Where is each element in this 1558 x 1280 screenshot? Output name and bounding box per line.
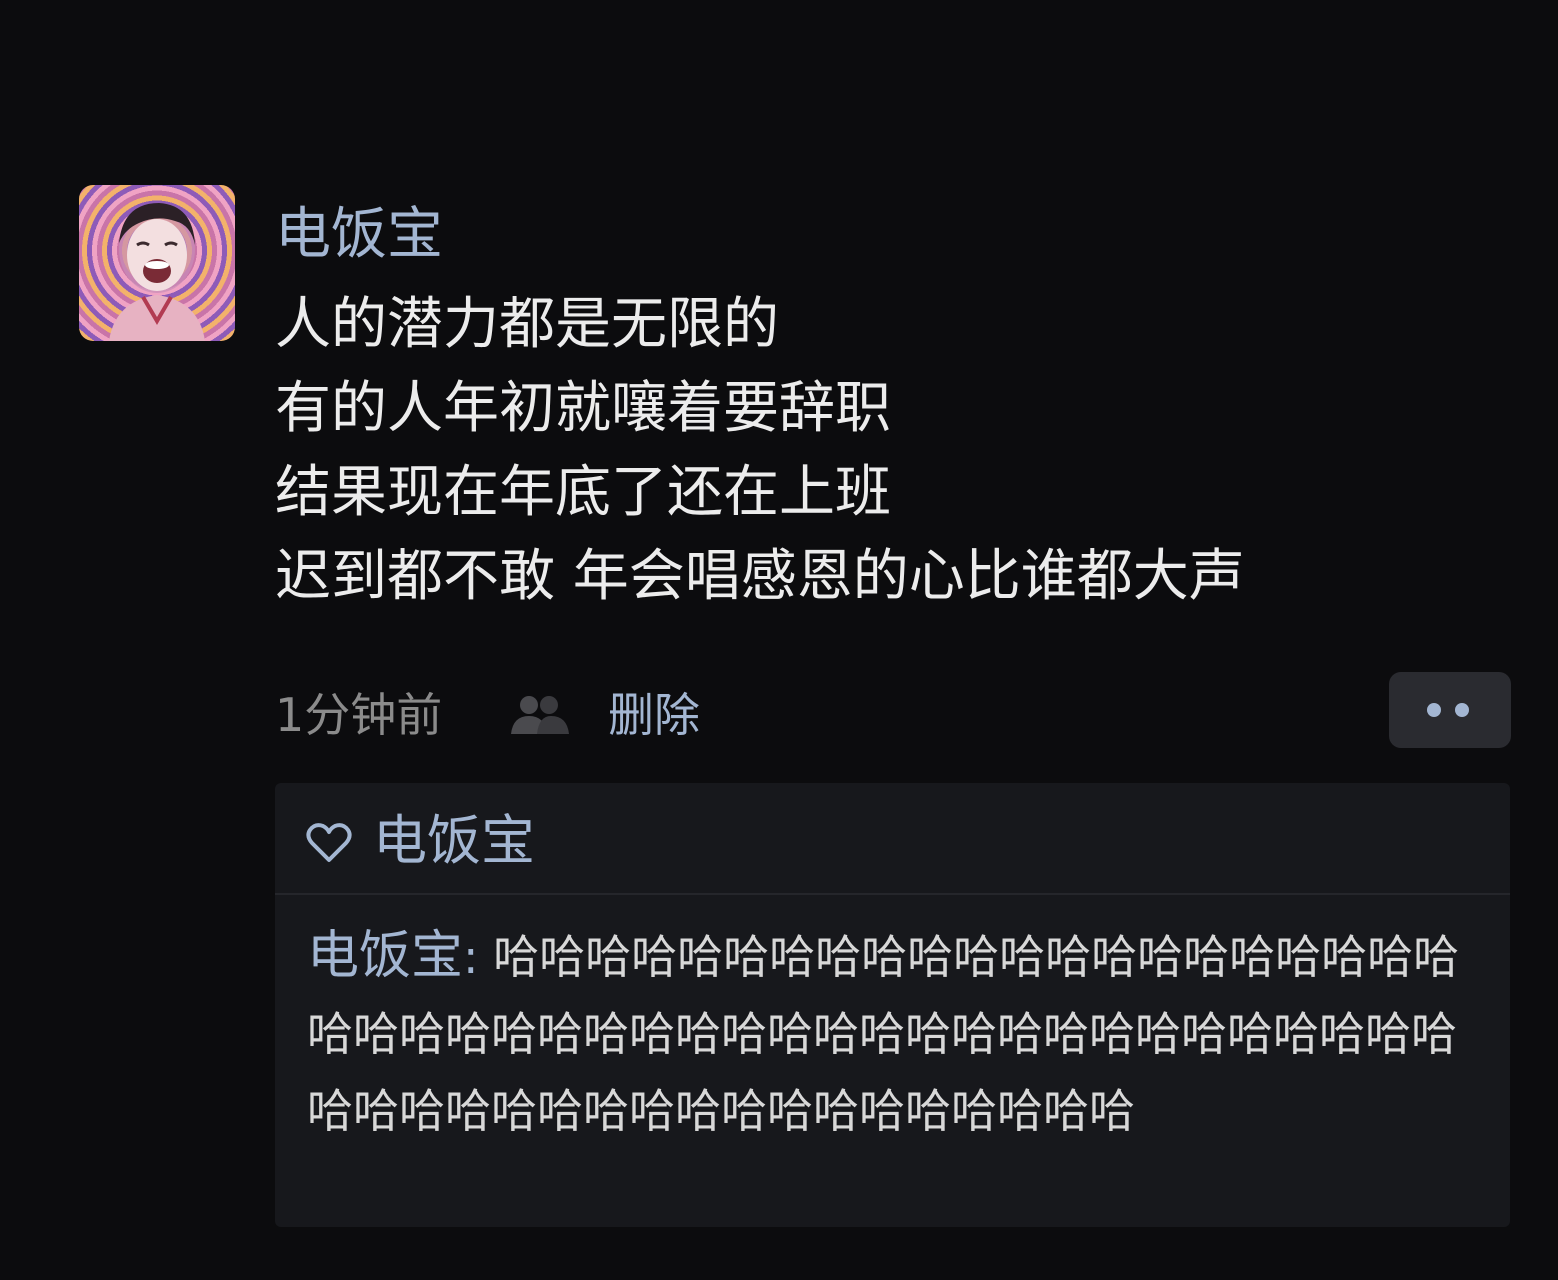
post-line: 人的潜力都是无限的: [275, 292, 779, 357]
post-author-name[interactable]: 电饭宝: [275, 200, 443, 270]
post-timestamp: 1分钟前: [275, 688, 443, 742]
like-user-name[interactable]: 电饭宝: [373, 808, 535, 874]
avatar[interactable]: [79, 185, 235, 341]
heart-icon: [306, 823, 352, 862]
interaction-panel: 电饭宝 电饭宝: 哈哈哈哈哈哈哈哈哈哈哈哈哈哈哈哈哈哈哈哈哈哈哈哈哈哈哈哈哈哈哈…: [275, 783, 1510, 1227]
two-dots-icon: [1427, 703, 1441, 717]
post-content: 人的潜力都是无限的 有的人年初就嚷着要辞职 结果现在年底了还在上班 迟到都不敢 …: [275, 283, 1515, 619]
two-dots-icon: [1455, 703, 1469, 717]
avatar-image: [109, 203, 205, 341]
delete-link[interactable]: 删除: [608, 684, 700, 746]
comment-author[interactable]: 电饭宝: [307, 926, 463, 986]
more-actions-button[interactable]: [1389, 672, 1511, 748]
post-meta-row: 1分钟前 删除: [275, 672, 1515, 750]
moment-post: 电饭宝 人的潜力都是无限的 有的人年初就嚷着要辞职 结果现在年底了还在上班 迟到…: [0, 0, 1558, 1280]
comment-separator: :: [463, 930, 494, 984]
post-line: 有的人年初就嚷着要辞职: [275, 376, 891, 441]
people-icon[interactable]: [507, 692, 571, 736]
post-line: 迟到都不敢 年会唱感恩的心比谁都大声: [275, 544, 1245, 609]
comment-item[interactable]: 电饭宝: 哈哈哈哈哈哈哈哈哈哈哈哈哈哈哈哈哈哈哈哈哈哈哈哈哈哈哈哈哈哈哈哈哈哈哈…: [307, 918, 1497, 1150]
likes-row: 电饭宝: [275, 783, 1510, 895]
post-line: 结果现在年底了还在上班: [275, 460, 891, 525]
